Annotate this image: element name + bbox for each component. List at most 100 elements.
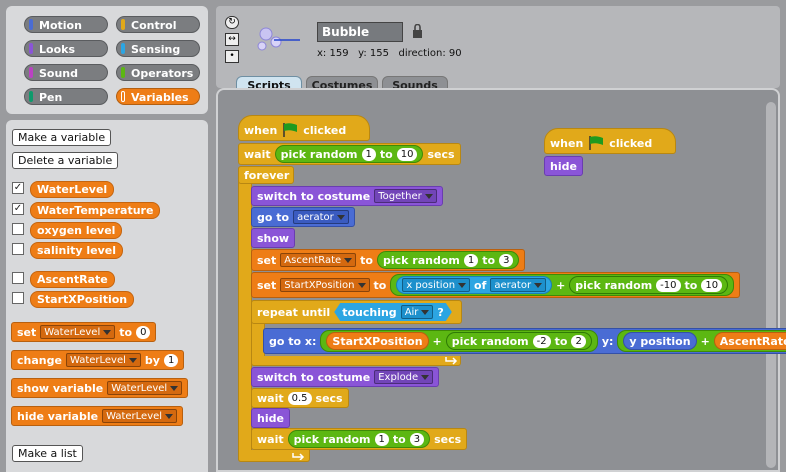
delete-variable-button[interactable]: Delete a variable [12, 152, 119, 169]
repeat-until-block[interactable]: repeat until touching Air? [251, 300, 462, 324]
category-sound[interactable]: Sound [24, 64, 108, 81]
flip-icon[interactable]: ↔ [225, 33, 239, 46]
variable-dropdown[interactable]: StartXPosition [280, 278, 370, 292]
variable-checkbox[interactable] [12, 292, 24, 304]
pick-random-reporter[interactable]: pick random -10 to 10 [569, 276, 729, 294]
object-dropdown[interactable]: aerator [490, 278, 547, 292]
random-min-input[interactable]: 1 [374, 432, 389, 446]
variable-checkbox[interactable] [12, 272, 24, 284]
variable-dropdown[interactable]: WaterLevel [65, 353, 141, 367]
random-min-input[interactable]: -10 [656, 278, 681, 292]
variable-checkbox[interactable]: ✓ [12, 182, 24, 194]
variable-reporter[interactable]: AscentRate [30, 271, 115, 288]
category-control[interactable]: Control [116, 16, 200, 33]
pen-color-stripe [29, 91, 33, 102]
go-to-xy-block[interactable]: go to x: StartXPosition + pick random -2 t… [263, 328, 786, 354]
random-max-input[interactable]: 3 [499, 253, 514, 267]
make-variable-button[interactable]: Make a variable [12, 129, 112, 146]
block-label: secs [434, 432, 462, 446]
variable-checkbox[interactable] [12, 223, 24, 235]
wait-block[interactable]: wait pick random 1 to 10 secs [238, 143, 461, 165]
change-variable-block[interactable]: change WaterLevel by 1 [11, 350, 185, 370]
ascentrate-reporter[interactable]: AscentRate [713, 332, 786, 350]
attribute-dropdown[interactable]: x position [402, 278, 471, 292]
variable-reporter[interactable]: salinity level [30, 242, 124, 259]
wait-block[interactable]: wait pick random 1 to 3 secs [251, 428, 468, 450]
variable-checkbox[interactable] [12, 243, 24, 255]
y-position-reporter[interactable]: y position [623, 332, 697, 350]
block-label: change [17, 353, 62, 367]
pick-random-reporter[interactable]: pick random -2 to 2 [445, 332, 592, 350]
startxposition-reporter[interactable]: StartXPosition [326, 332, 429, 350]
variable-reporter[interactable]: WaterLevel [30, 181, 115, 198]
variable-dropdown[interactable]: WaterLevel [107, 381, 183, 395]
random-min-input[interactable]: 1 [463, 253, 479, 267]
category-sensing[interactable]: Sensing [116, 40, 200, 57]
random-min-input[interactable]: 1 [361, 147, 376, 161]
show-block[interactable]: show [251, 228, 296, 248]
set-variable-block[interactable]: set WaterLevel to 0 [11, 322, 157, 342]
costume-dropdown[interactable]: Together [374, 189, 437, 203]
variable-reporter[interactable]: oxygen level [30, 222, 123, 239]
block-label: when [244, 123, 278, 137]
category-motion[interactable]: Motion [24, 16, 108, 33]
pick-random-reporter[interactable]: pick random 1 to 3 [377, 251, 520, 269]
switch-costume-block[interactable]: switch to costume Together [251, 186, 443, 206]
pick-random-reporter[interactable]: pick random 1 to 3 [287, 430, 431, 448]
variable-reporter[interactable]: WaterTemperature [30, 202, 161, 219]
block-label: y: [601, 334, 614, 348]
set-ascentrate-block[interactable]: set AscentRate to pick random 1 to 3 [251, 249, 526, 271]
block-label: clicked [303, 123, 347, 137]
value-input[interactable]: 0 [136, 325, 151, 339]
random-max-input[interactable]: 2 [571, 334, 586, 348]
category-variables[interactable]: Variables [116, 88, 200, 105]
script-scrollbar[interactable] [766, 102, 776, 468]
category-pen[interactable]: Pen [24, 88, 108, 105]
target-dropdown[interactable]: aerator [293, 210, 349, 224]
no-rotate-icon[interactable]: • [225, 50, 239, 63]
addition-operator[interactable]: y position + AscentRate [617, 330, 786, 352]
category-looks[interactable]: Looks [24, 40, 108, 57]
rotate-icon[interactable]: ↻ [225, 16, 239, 29]
sprite-position-readout: x: 159 y: 155 direction: 90 [317, 48, 462, 59]
wait-block[interactable]: wait 0.5 secs [251, 388, 349, 408]
show-variable-block[interactable]: show variable WaterLevel [11, 378, 189, 398]
addition-operator[interactable]: StartXPosition + pick random -2 to 2 [320, 330, 598, 352]
hide-block[interactable]: hide [544, 156, 583, 176]
random-max-input[interactable]: 10 [396, 147, 418, 161]
lock-icon[interactable] [412, 24, 423, 39]
block-label: set [257, 278, 277, 292]
category-panel: Motion Control Looks Sensing Sound Opera… [6, 6, 208, 114]
hide-block[interactable]: hide [251, 408, 290, 428]
value-input[interactable]: 1 [163, 353, 179, 367]
switch-costume-block[interactable]: switch to costume Explode [251, 367, 440, 387]
category-operators[interactable]: Operators [116, 64, 200, 81]
variable-dropdown[interactable]: WaterLevel [102, 409, 178, 423]
hide-variable-block[interactable]: hide variable WaterLevel [11, 406, 184, 426]
variable-dropdown[interactable]: AscentRate [280, 253, 357, 267]
variable-reporter[interactable]: StartXPosition [30, 291, 135, 308]
y-value: 155 [369, 48, 389, 59]
touching-predicate[interactable]: touching Air? [334, 303, 452, 321]
random-max-input[interactable]: 3 [409, 432, 425, 446]
costume-dropdown[interactable]: Explode [374, 370, 434, 384]
sprite-name-field[interactable]: Bubble [317, 22, 403, 42]
when-flag-clicked-hat[interactable]: when clicked [544, 128, 676, 154]
wait-seconds-input[interactable]: 0.5 [287, 391, 312, 405]
forever-block[interactable]: forever [238, 166, 294, 184]
block-label: to [554, 334, 568, 348]
random-min-input[interactable]: -2 [532, 334, 551, 348]
when-flag-clicked-hat[interactable]: when clicked [238, 115, 370, 141]
set-startxposition-block[interactable]: set StartXPosition to x position of aerato… [251, 272, 741, 298]
variable-dropdown[interactable]: WaterLevel [40, 325, 116, 339]
go-to-block[interactable]: go to aerator [251, 207, 355, 227]
touch-target-dropdown[interactable]: Air [401, 305, 434, 319]
pick-random-reporter[interactable]: pick random 1 to 10 [274, 145, 424, 163]
make-list-button[interactable]: Make a list [12, 445, 83, 462]
category-label: Motion [39, 19, 82, 32]
variable-checkbox[interactable]: ✓ [12, 203, 24, 215]
random-max-input[interactable]: 10 [701, 278, 723, 292]
attribute-of-reporter[interactable]: x position of aerator [396, 276, 553, 294]
sprite-thumbnail-icon [257, 27, 300, 51]
addition-operator[interactable]: x position of aerator + pick random -10 to 10 [390, 274, 735, 296]
